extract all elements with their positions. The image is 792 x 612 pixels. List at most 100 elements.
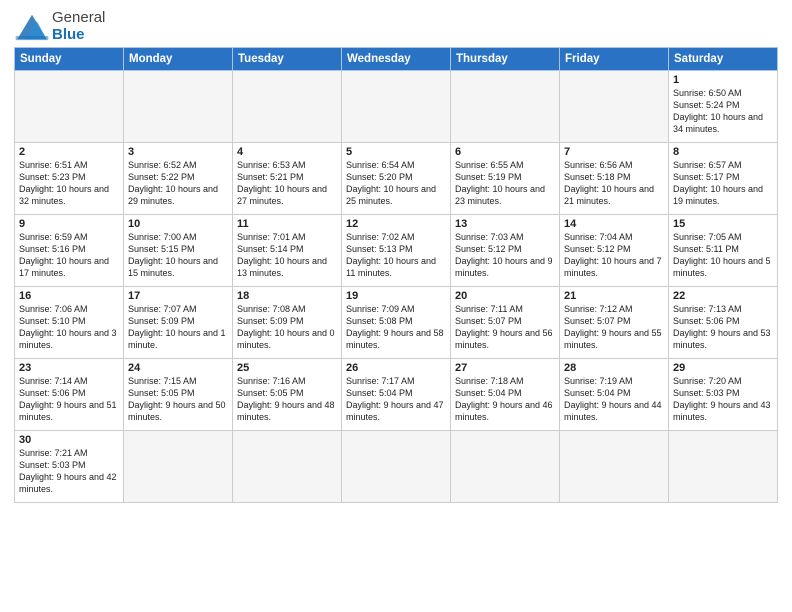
calendar-cell (342, 431, 451, 503)
day-number: 25 (237, 362, 337, 374)
calendar-cell: 9Sunrise: 6:59 AM Sunset: 5:16 PM Daylig… (15, 215, 124, 287)
calendar-cell: 13Sunrise: 7:03 AM Sunset: 5:12 PM Dayli… (451, 215, 560, 287)
calendar-cell: 14Sunrise: 7:04 AM Sunset: 5:12 PM Dayli… (560, 215, 669, 287)
day-info: Sunrise: 7:12 AM Sunset: 5:07 PM Dayligh… (564, 303, 664, 352)
day-number: 1 (673, 74, 773, 86)
day-number: 26 (346, 362, 446, 374)
day-number: 2 (19, 146, 119, 158)
week-row-5: 23Sunrise: 7:14 AM Sunset: 5:06 PM Dayli… (15, 359, 778, 431)
calendar-cell (451, 71, 560, 143)
calendar-cell: 16Sunrise: 7:06 AM Sunset: 5:10 PM Dayli… (15, 287, 124, 359)
calendar-cell: 24Sunrise: 7:15 AM Sunset: 5:05 PM Dayli… (124, 359, 233, 431)
weekday-header-tuesday: Tuesday (233, 48, 342, 71)
calendar-table: SundayMondayTuesdayWednesdayThursdayFrid… (14, 47, 778, 503)
day-info: Sunrise: 6:51 AM Sunset: 5:23 PM Dayligh… (19, 159, 119, 208)
weekday-header-monday: Monday (124, 48, 233, 71)
day-info: Sunrise: 7:14 AM Sunset: 5:06 PM Dayligh… (19, 375, 119, 424)
week-row-2: 2Sunrise: 6:51 AM Sunset: 5:23 PM Daylig… (15, 143, 778, 215)
week-row-6: 30Sunrise: 7:21 AM Sunset: 5:03 PM Dayli… (15, 431, 778, 503)
calendar-cell (233, 431, 342, 503)
calendar-cell: 12Sunrise: 7:02 AM Sunset: 5:13 PM Dayli… (342, 215, 451, 287)
day-info: Sunrise: 7:03 AM Sunset: 5:12 PM Dayligh… (455, 231, 555, 280)
day-number: 27 (455, 362, 555, 374)
day-number: 8 (673, 146, 773, 158)
day-number: 6 (455, 146, 555, 158)
weekday-header-saturday: Saturday (669, 48, 778, 71)
day-number: 22 (673, 290, 773, 302)
day-info: Sunrise: 7:08 AM Sunset: 5:09 PM Dayligh… (237, 303, 337, 352)
calendar-cell: 22Sunrise: 7:13 AM Sunset: 5:06 PM Dayli… (669, 287, 778, 359)
logo-text: General Blue (52, 10, 105, 43)
calendar-cell: 4Sunrise: 6:53 AM Sunset: 5:21 PM Daylig… (233, 143, 342, 215)
week-row-3: 9Sunrise: 6:59 AM Sunset: 5:16 PM Daylig… (15, 215, 778, 287)
day-number: 5 (346, 146, 446, 158)
day-info: Sunrise: 6:57 AM Sunset: 5:17 PM Dayligh… (673, 159, 773, 208)
day-info: Sunrise: 7:05 AM Sunset: 5:11 PM Dayligh… (673, 231, 773, 280)
day-info: Sunrise: 7:04 AM Sunset: 5:12 PM Dayligh… (564, 231, 664, 280)
day-info: Sunrise: 7:02 AM Sunset: 5:13 PM Dayligh… (346, 231, 446, 280)
day-info: Sunrise: 7:17 AM Sunset: 5:04 PM Dayligh… (346, 375, 446, 424)
day-info: Sunrise: 6:52 AM Sunset: 5:22 PM Dayligh… (128, 159, 228, 208)
calendar-cell (124, 71, 233, 143)
calendar-cell: 6Sunrise: 6:55 AM Sunset: 5:19 PM Daylig… (451, 143, 560, 215)
day-number: 14 (564, 218, 664, 230)
calendar-cell: 2Sunrise: 6:51 AM Sunset: 5:23 PM Daylig… (15, 143, 124, 215)
day-number: 7 (564, 146, 664, 158)
calendar-cell: 20Sunrise: 7:11 AM Sunset: 5:07 PM Dayli… (451, 287, 560, 359)
day-number: 21 (564, 290, 664, 302)
day-info: Sunrise: 7:20 AM Sunset: 5:03 PM Dayligh… (673, 375, 773, 424)
weekday-header-row: SundayMondayTuesdayWednesdayThursdayFrid… (15, 48, 778, 71)
day-info: Sunrise: 7:18 AM Sunset: 5:04 PM Dayligh… (455, 375, 555, 424)
day-number: 13 (455, 218, 555, 230)
calendar-cell: 29Sunrise: 7:20 AM Sunset: 5:03 PM Dayli… (669, 359, 778, 431)
logo: General Blue (14, 10, 105, 43)
calendar-cell (233, 71, 342, 143)
week-row-1: 1Sunrise: 6:50 AM Sunset: 5:24 PM Daylig… (15, 71, 778, 143)
day-number: 3 (128, 146, 228, 158)
day-info: Sunrise: 7:11 AM Sunset: 5:07 PM Dayligh… (455, 303, 555, 352)
day-info: Sunrise: 7:01 AM Sunset: 5:14 PM Dayligh… (237, 231, 337, 280)
day-number: 23 (19, 362, 119, 374)
day-number: 29 (673, 362, 773, 374)
calendar-cell (15, 71, 124, 143)
calendar-cell: 26Sunrise: 7:17 AM Sunset: 5:04 PM Dayli… (342, 359, 451, 431)
calendar-cell (124, 431, 233, 503)
logo-icon (14, 11, 50, 43)
day-number: 19 (346, 290, 446, 302)
calendar-cell: 28Sunrise: 7:19 AM Sunset: 5:04 PM Dayli… (560, 359, 669, 431)
calendar-cell: 21Sunrise: 7:12 AM Sunset: 5:07 PM Dayli… (560, 287, 669, 359)
weekday-header-sunday: Sunday (15, 48, 124, 71)
weekday-header-wednesday: Wednesday (342, 48, 451, 71)
day-info: Sunrise: 7:13 AM Sunset: 5:06 PM Dayligh… (673, 303, 773, 352)
calendar-cell: 18Sunrise: 7:08 AM Sunset: 5:09 PM Dayli… (233, 287, 342, 359)
day-number: 30 (19, 434, 119, 446)
calendar-cell (560, 431, 669, 503)
day-number: 24 (128, 362, 228, 374)
day-info: Sunrise: 6:53 AM Sunset: 5:21 PM Dayligh… (237, 159, 337, 208)
day-number: 10 (128, 218, 228, 230)
day-number: 17 (128, 290, 228, 302)
calendar-page: General Blue SundayMondayTuesdayWednesda… (0, 0, 792, 612)
day-info: Sunrise: 6:50 AM Sunset: 5:24 PM Dayligh… (673, 87, 773, 136)
day-number: 20 (455, 290, 555, 302)
calendar-cell: 8Sunrise: 6:57 AM Sunset: 5:17 PM Daylig… (669, 143, 778, 215)
day-number: 16 (19, 290, 119, 302)
day-info: Sunrise: 6:59 AM Sunset: 5:16 PM Dayligh… (19, 231, 119, 280)
day-info: Sunrise: 7:07 AM Sunset: 5:09 PM Dayligh… (128, 303, 228, 352)
calendar-cell (451, 431, 560, 503)
day-info: Sunrise: 7:15 AM Sunset: 5:05 PM Dayligh… (128, 375, 228, 424)
calendar-cell: 27Sunrise: 7:18 AM Sunset: 5:04 PM Dayli… (451, 359, 560, 431)
calendar-cell: 17Sunrise: 7:07 AM Sunset: 5:09 PM Dayli… (124, 287, 233, 359)
day-info: Sunrise: 6:56 AM Sunset: 5:18 PM Dayligh… (564, 159, 664, 208)
day-info: Sunrise: 7:00 AM Sunset: 5:15 PM Dayligh… (128, 231, 228, 280)
calendar-cell: 15Sunrise: 7:05 AM Sunset: 5:11 PM Dayli… (669, 215, 778, 287)
weekday-header-thursday: Thursday (451, 48, 560, 71)
calendar-cell: 23Sunrise: 7:14 AM Sunset: 5:06 PM Dayli… (15, 359, 124, 431)
calendar-cell (669, 431, 778, 503)
day-number: 15 (673, 218, 773, 230)
calendar-cell: 1Sunrise: 6:50 AM Sunset: 5:24 PM Daylig… (669, 71, 778, 143)
calendar-cell: 19Sunrise: 7:09 AM Sunset: 5:08 PM Dayli… (342, 287, 451, 359)
weekday-header-friday: Friday (560, 48, 669, 71)
day-info: Sunrise: 7:21 AM Sunset: 5:03 PM Dayligh… (19, 447, 119, 496)
day-number: 18 (237, 290, 337, 302)
